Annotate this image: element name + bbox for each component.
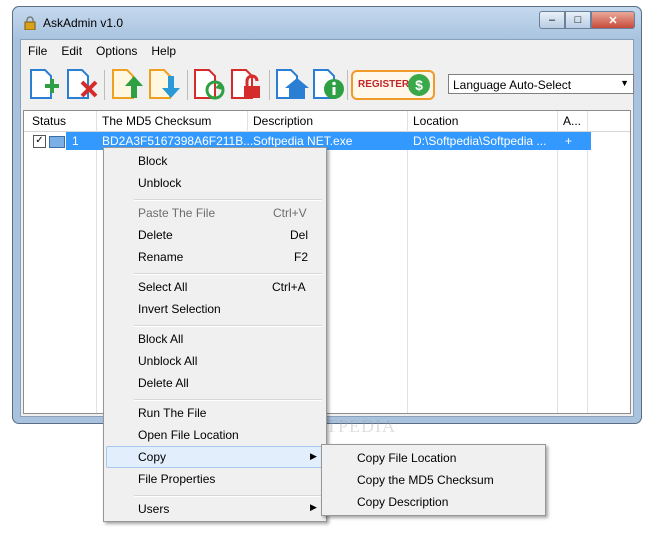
close-button[interactable]: ✕ [591, 11, 635, 29]
file-icon [49, 136, 65, 148]
cell-num: 1 [72, 134, 79, 148]
minimize-button[interactable]: – [539, 11, 565, 29]
menu-rename[interactable]: Rename F2 [106, 246, 324, 268]
menu-delete-all[interactable]: Delete All [106, 372, 324, 394]
menu-delete[interactable]: Delete Del [106, 224, 324, 246]
menu-rename-label: Rename [138, 250, 184, 264]
submenu-copy-description[interactable]: Copy Description [324, 491, 543, 513]
home-icon [276, 69, 309, 99]
menu-block-label: Block [138, 154, 168, 168]
cell-md5: BD2A3F5167398A6F211B... [102, 134, 254, 148]
menu-unblock[interactable]: Unblock [106, 172, 324, 194]
menu-unblock-label: Unblock [138, 176, 182, 190]
info-button[interactable] [310, 68, 346, 102]
menu-paste: Paste The File Ctrl+V [106, 202, 324, 224]
cell-location: D:\Softpedia\Softpedia ... [413, 134, 547, 148]
remove-file-icon [67, 69, 98, 99]
menu-invert-selection[interactable]: Invert Selection [106, 298, 324, 320]
import-icon [112, 69, 143, 99]
menu-paste-label: Paste The File [138, 206, 216, 220]
language-select[interactable]: Language Auto-Select ▼ [448, 74, 634, 94]
menu-users[interactable]: Users ▶ [106, 498, 324, 520]
refresh-button[interactable] [191, 68, 227, 102]
maximize-button[interactable]: □ [565, 11, 591, 29]
menu-file-properties-label: File Properties [138, 472, 216, 486]
menu-delete-all-label: Delete All [138, 376, 189, 390]
header-a[interactable]: A... [563, 114, 581, 128]
export-button[interactable] [146, 68, 182, 102]
menu-help[interactable]: Help [144, 40, 183, 62]
submenu-copy-md5-label: Copy the MD5 Checksum [357, 473, 494, 487]
chevron-down-icon: ▼ [620, 78, 629, 88]
menu-edit[interactable]: Edit [54, 40, 89, 62]
window-title: AskAdmin v1.0 [43, 16, 124, 30]
chevron-right-icon: ▶ [310, 451, 317, 461]
menu-invert-selection-label: Invert Selection [138, 302, 221, 316]
app-lock-icon [24, 16, 36, 30]
submenu-copy-file-location[interactable]: Copy File Location [324, 447, 543, 469]
menu-open-file-location[interactable]: Open File Location [106, 424, 324, 446]
context-menu: Block Unblock Paste The File Ctrl+V Dele… [103, 147, 327, 522]
register-button[interactable]: REGISTER $ [351, 70, 435, 100]
cell-description: Softpedia NET.exe [253, 134, 353, 148]
menu-bar: File Edit Options Help [21, 40, 633, 62]
menu-select-all-label: Select All [138, 280, 188, 294]
menu-unblock-all-label: Unblock All [138, 354, 198, 368]
unlock-icon [231, 69, 260, 99]
menu-run-file[interactable]: Run The File [106, 402, 324, 424]
submenu-copy-description-label: Copy Description [357, 495, 449, 509]
register-label: REGISTER [358, 79, 410, 90]
info-icon [313, 69, 344, 99]
menu-paste-shortcut: Ctrl+V [273, 206, 307, 220]
add-file-button[interactable] [27, 68, 63, 102]
menu-select-all[interactable]: Select All Ctrl+A [106, 276, 324, 298]
menu-unblock-all[interactable]: Unblock All [106, 350, 324, 372]
home-button[interactable] [273, 68, 309, 102]
menu-block-all-label: Block All [138, 332, 184, 346]
copy-submenu: Copy File Location Copy the MD5 Checksum… [321, 444, 546, 516]
chevron-right-icon: ▶ [310, 502, 317, 512]
menu-file[interactable]: File [21, 40, 54, 62]
toolbar: REGISTER $ Language Auto-Select ▼ [21, 62, 634, 108]
header-status[interactable]: Status [32, 114, 66, 128]
add-file-icon [30, 69, 59, 99]
menu-file-properties[interactable]: File Properties [106, 468, 324, 490]
menu-open-file-location-label: Open File Location [138, 428, 239, 442]
menu-delete-label: Delete [138, 228, 173, 242]
cell-a: + [565, 134, 573, 148]
submenu-copy-file-location-label: Copy File Location [357, 451, 457, 465]
menu-copy-label: Copy [138, 450, 167, 464]
language-value: Language Auto-Select [453, 78, 572, 92]
row-checkbox[interactable]: ✓ [33, 135, 46, 148]
submenu-copy-md5[interactable]: Copy the MD5 Checksum [324, 469, 543, 491]
header-location[interactable]: Location [413, 114, 458, 128]
unlock-button[interactable] [228, 68, 264, 102]
import-button[interactable] [109, 68, 145, 102]
menu-options[interactable]: Options [89, 40, 144, 62]
remove-file-button[interactable] [64, 68, 100, 102]
menu-block[interactable]: Block [106, 150, 324, 172]
menu-rename-shortcut: F2 [294, 250, 309, 264]
export-icon [149, 69, 180, 99]
header-description[interactable]: Description [253, 114, 313, 128]
menu-block-all[interactable]: Block All [106, 328, 324, 350]
dollar-coin-icon: $ [408, 74, 430, 96]
table-header: Status The MD5 Checksum Description Loca… [24, 111, 630, 132]
menu-run-file-label: Run The File [138, 406, 207, 420]
menu-copy[interactable]: Copy ▶ [106, 446, 324, 468]
menu-select-all-shortcut: Ctrl+A [272, 280, 306, 294]
header-md5[interactable]: The MD5 Checksum [102, 114, 211, 128]
menu-delete-shortcut: Del [290, 228, 309, 242]
menu-users-label: Users [138, 502, 170, 516]
refresh-icon [194, 69, 225, 100]
title-bar[interactable]: AskAdmin v1.0 – □ ✕ [13, 7, 641, 39]
